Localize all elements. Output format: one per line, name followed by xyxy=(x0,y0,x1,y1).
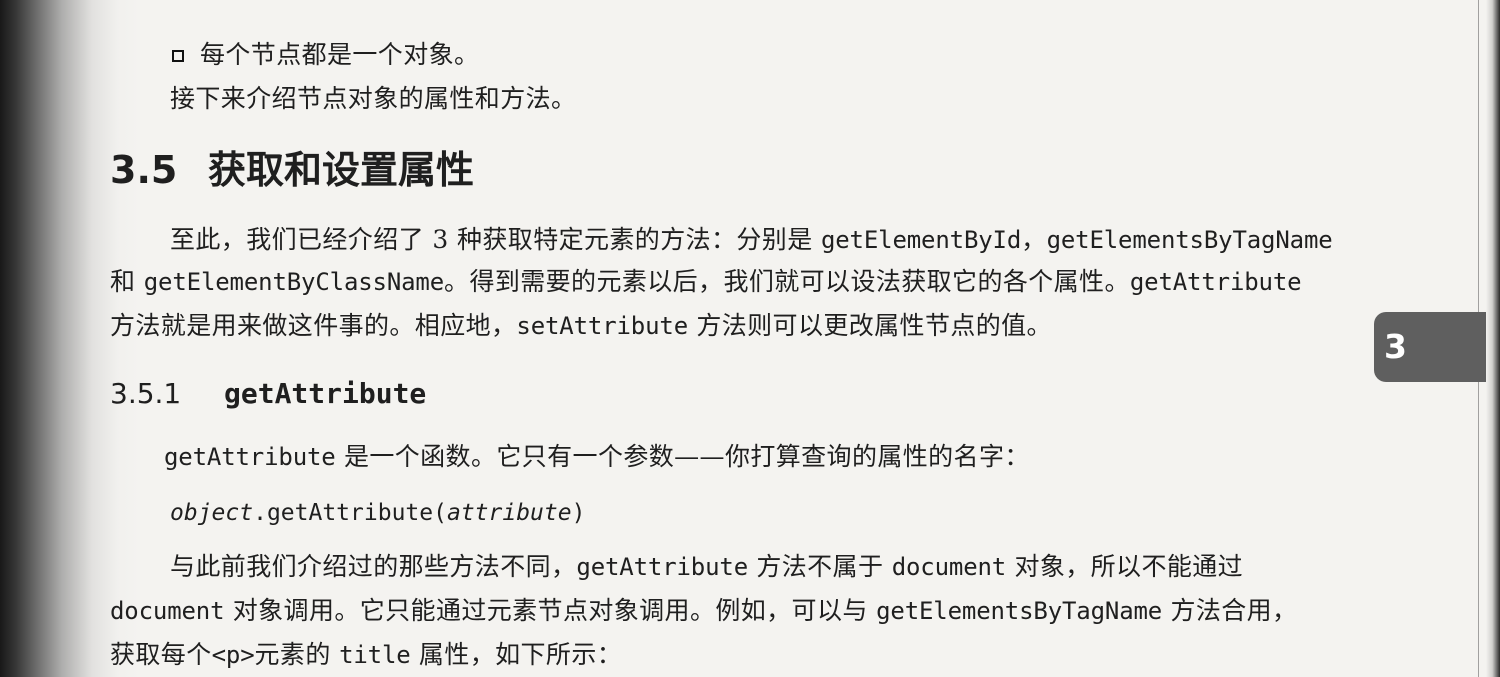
paragraph-3-line-3-suffix: 属性，如下所示： xyxy=(410,640,623,669)
checkbox-bullet-icon xyxy=(172,50,184,62)
code-method: .getAttribute( xyxy=(253,500,447,526)
subsection-heading: 3.5.1 getAttribute xyxy=(110,380,426,408)
section-number: 3.5 xyxy=(110,148,178,192)
paragraph-3-line-2-suffix: 方法合用， xyxy=(1162,596,1298,625)
set-attribute-code: setAttribute xyxy=(516,312,688,340)
get-attribute-function-code: getAttribute xyxy=(164,443,336,471)
paragraph-3-line-3: 获取每个<p>元素的 title 属性，如下所示： xyxy=(110,638,622,672)
paragraph-3-document-code: document xyxy=(891,553,1007,581)
chapter-tab: 3 xyxy=(1374,312,1486,382)
paragraph-1-line-1-text: 至此，我们已经介绍了 3 种获取特定元素的方法：分别是 xyxy=(170,225,821,254)
get-element-by-class-name-code: getElementByClassName xyxy=(143,268,445,296)
paragraph-3-line-3-middle: 元素的 xyxy=(254,640,340,669)
paragraph-3-get-elements-by-tag-name-code: getElementsByTagName xyxy=(876,597,1163,625)
right-page-edge xyxy=(1486,0,1500,677)
paragraph-3-line-1-suffix: 对象，所以不能通过 xyxy=(1006,552,1244,581)
bullet-item: 每个节点都是一个对象。 xyxy=(172,38,479,72)
paragraph-1-line-2: 和 getElementByClassName。得到需要的元素以后，我们就可以设… xyxy=(110,265,1302,299)
paragraph-3-get-attribute-code: getAttribute xyxy=(576,553,748,581)
book-page: 每个节点都是一个对象。 接下来介绍节点对象的属性和方法。 3.5 获取和设置属性 … xyxy=(0,0,1500,677)
paragraph-2: getAttribute 是一个函数。它只有一个参数——你打算查询的属性的名字： xyxy=(164,440,1030,474)
paragraph-1-line-2-prefix: 和 xyxy=(110,267,144,296)
subsection-title: getAttribute xyxy=(224,377,427,410)
bullet-text: 每个节点都是一个对象。 xyxy=(200,40,480,69)
paragraph-1-line-3-prefix: 方法就是用来做这件事的。相应地， xyxy=(110,311,517,340)
code-argument: attribute xyxy=(446,500,572,526)
section-heading: 3.5 获取和设置属性 xyxy=(110,151,474,189)
paragraph-3-line-1: 与此前我们介绍过的那些方法不同，getAttribute 方法不属于 docum… xyxy=(170,550,1243,584)
paragraph-3-line-1-middle: 方法不属于 xyxy=(748,552,892,581)
paragraph-1-line-3-suffix: 方法则可以更改属性节点的值。 xyxy=(688,311,1052,340)
p-tag-code: <p> xyxy=(211,641,255,669)
paragraph-3-line-2: document 对象调用。它只能通过元素节点对象调用。例如，可以与 getEl… xyxy=(110,594,1297,628)
paragraph-1-line-1: 至此，我们已经介绍了 3 种获取特定元素的方法：分别是 getElementBy… xyxy=(170,223,1333,257)
title-code: title xyxy=(339,641,411,669)
paragraph-3-line-2-middle: 对象调用。它只能通过元素节点对象调用。例如，可以与 xyxy=(224,596,877,625)
paragraph-3-line-2-document-code: document xyxy=(110,597,225,625)
paragraph-3-line-1-prefix: 与此前我们介绍过的那些方法不同， xyxy=(170,552,577,581)
section-title: 获取和设置属性 xyxy=(208,148,475,192)
intro-line: 接下来介绍节点对象的属性和方法。 xyxy=(170,84,577,113)
paragraph-3-line-3-prefix: 获取每个 xyxy=(110,640,212,669)
get-elements-by-tag-name-code: getElementsByTagName xyxy=(1046,226,1333,254)
code-close-paren: ) xyxy=(571,500,586,526)
paragraph-1-comma: ， xyxy=(1021,225,1047,254)
paragraph-1-line-3: 方法就是用来做这件事的。相应地，setAttribute 方法则可以更改属性节点… xyxy=(110,309,1052,343)
subsection-number: 3.5.1 xyxy=(110,377,182,410)
paragraph-1-line-2-text: 。得到需要的元素以后，我们就可以设法获取它的各个属性。 xyxy=(444,267,1130,296)
paragraph-2-text: 是一个函数。它只有一个参数——你打算查询的属性的名字： xyxy=(335,442,1030,471)
get-element-by-id-code: getElementById xyxy=(820,226,1022,254)
get-attribute-code: getAttribute xyxy=(1129,268,1302,296)
code-example: object.getAttribute(attribute) xyxy=(170,500,585,526)
code-object: object xyxy=(170,500,254,526)
